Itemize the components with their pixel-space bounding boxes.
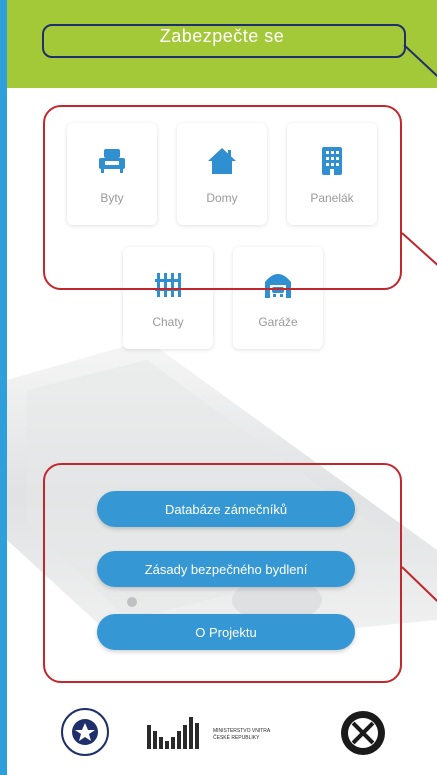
footer-logos: MINISTERSTVO VNITRA ČESKÉ REPUBLIKY: [7, 695, 437, 775]
tools-project-logo: [341, 711, 385, 755]
categories-callout-line: [401, 232, 437, 282]
tile-label: Garáže: [258, 315, 298, 329]
actions-annotation-box: [43, 463, 402, 683]
ministry-mark-icon: [147, 717, 199, 749]
tile-label: Chaty: [152, 315, 184, 329]
left-edge-bar: [0, 0, 7, 775]
ministry-name-line2: ČESKÉ REPUBLIKY: [213, 735, 260, 741]
police-emblem-logo: [61, 708, 109, 756]
ministry-logo: MINISTERSTVO VNITRA ČESKÉ REPUBLIKY: [147, 717, 270, 754]
categories-annotation-box: [43, 105, 402, 290]
title-annotation-outline: [42, 24, 406, 58]
ministry-name-line1: MINISTERSTVO VNITRA: [213, 728, 271, 734]
app-screen: Zabezpečte se Byty Domy Panelák Chaty Ga…: [0, 0, 437, 775]
